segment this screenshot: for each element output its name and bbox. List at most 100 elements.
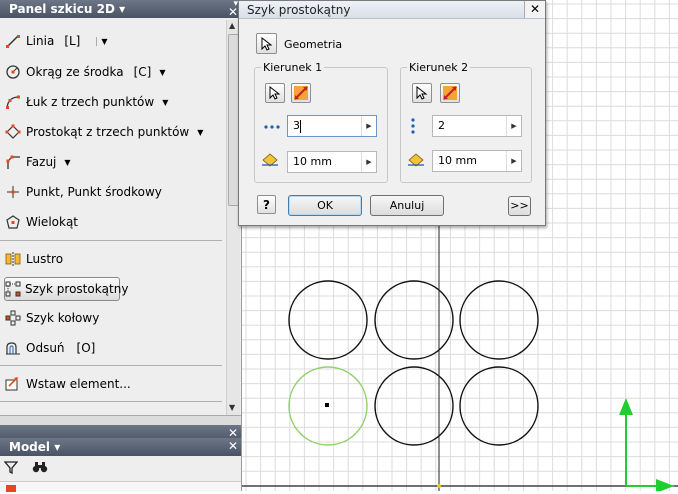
tool-mirror[interactable]: Lustro [4,248,63,270]
flip-direction-icon [294,86,308,100]
tool-list: Linia [L] ▼ Okrąg ze środka [C] ▼ Łuk z … [0,31,226,415]
tool-circle[interactable]: Okrąg ze środka [C] ▼ [4,61,166,83]
tool-shortcut: [C] [133,65,152,79]
geometry-select-button[interactable] [256,33,277,54]
tool-label: Punkt, Punkt środkowy [26,185,162,199]
point-icon [4,183,22,201]
tool-label: Fazuj [26,155,57,169]
tool-rectangular-pattern[interactable]: Szyk prostokątny [4,277,128,301]
flip-direction-icon [443,86,457,100]
filter-icon[interactable] [3,460,19,477]
pattern-circle[interactable] [288,280,368,360]
text-caret [300,120,301,133]
direction2-count-input[interactable]: 2 ▶ [432,115,522,137]
tool-line[interactable]: Linia [L] ▼ [4,31,108,52]
sketch-panel-title[interactable]: Panel szkicu 2D ▾ [9,2,125,16]
direction2-select-button[interactable] [412,83,432,103]
ok-button[interactable]: OK [288,195,362,216]
x-axis-arrowhead [656,479,674,493]
pattern-circle[interactable] [459,366,539,446]
direction2-spacing-value: 10 mm [438,154,477,167]
direction1-flip-button[interactable] [291,83,311,103]
dialog-title: Szyk prostokątny [247,3,351,17]
direction1-select-button[interactable] [265,83,285,103]
chevron-down-icon[interactable]: ▼ [64,158,70,167]
divider [0,401,222,402]
direction1-label: Kierunek 1 [261,61,325,74]
pattern-circle[interactable] [459,280,539,360]
binoculars-icon[interactable] [32,460,48,477]
geometry-label: Geometria [284,38,343,51]
model-panel-header[interactable]: Model ▾ ✕ [0,438,241,456]
tool-rectangle[interactable]: Prostokąt z trzech punktów ▼ [4,121,203,143]
direction1-spacing-input[interactable]: 10 mm ▶ [287,151,377,173]
insert-icon [4,375,22,393]
circular-pattern-icon [4,309,22,327]
chevron-right-icon[interactable]: ▶ [361,116,376,136]
circle-center-icon [4,63,22,81]
direction2-spacing-input[interactable]: 10 mm ▶ [432,150,522,172]
tool-polygon[interactable]: Wielokąt [4,211,78,233]
cursor-arrow-icon [269,86,281,100]
tool-label: Szyk kołowy [26,311,100,325]
tool-label: Linia [26,34,55,48]
cursor-arrow-icon [416,86,428,100]
divider [0,240,222,241]
tool-label: Odsuń [26,341,65,355]
rectangle-3pt-icon [4,123,22,141]
arc-icon [4,93,22,111]
tool-label: Lustro [26,252,64,266]
y-axis-arrowhead [619,398,633,415]
spacing-icon [261,153,279,170]
tool-label: Okrąg ze środka [26,65,124,79]
tool-arc[interactable]: Łuk z trzech punktów ▼ [4,91,168,113]
polygon-icon [4,213,22,231]
direction2-label: Kierunek 2 [407,61,471,74]
chevron-down-icon[interactable]: ▼ [197,128,203,137]
chamfer-icon [4,153,22,171]
pattern-circle[interactable] [374,280,454,360]
chevron-down-icon[interactable]: ▼ [159,68,165,77]
model-toolbar [3,460,48,477]
chevron-right-icon[interactable]: ▶ [506,116,521,136]
tool-label: Wstaw element... [26,377,131,391]
sketch-panel-header[interactable]: Panel szkicu 2D ▾ ▾ ✕ [0,0,241,19]
tool-label: Wielokąt [26,215,79,229]
direction2-flip-button[interactable] [440,83,460,103]
pattern-circle[interactable] [374,366,454,446]
chevron-right-icon[interactable]: ▶ [361,152,376,172]
chevron-down-icon[interactable]: ▼ [162,98,168,107]
dialog-titlebar[interactable]: Szyk prostokątny ✕ [239,1,545,19]
scroll-down-icon[interactable]: ▼ [229,403,235,412]
more-button[interactable]: >> [508,196,531,216]
circle-center-point [325,403,329,407]
model-browser[interactable] [0,481,241,492]
scroll-up-icon[interactable]: ▲ [229,21,235,30]
tool-circular-pattern[interactable]: Szyk kołowy [4,307,99,329]
origin-point [437,484,441,488]
direction1-count-value: 3 [293,119,300,132]
direction2-count-value: 2 [438,119,445,132]
cursor-arrow-icon [261,36,272,51]
close-icon[interactable]: ✕ [228,439,238,453]
tool-point[interactable]: Punkt, Punkt środkowy [4,181,162,203]
model-panel-title[interactable]: Model ▾ [9,440,60,454]
tool-label: Prostokąt z trzech punktów [26,125,190,139]
tool-insert[interactable]: Wstaw element... [4,373,131,395]
close-icon[interactable]: ✕ [524,1,545,18]
direction1-spacing-value: 10 mm [293,155,332,168]
help-button[interactable]: ? [257,195,276,214]
chevron-down-icon[interactable]: ▼ [96,36,108,46]
tool-shortcut: [L] [64,34,81,48]
close-icon[interactable]: ✕ [228,5,238,19]
chevron-right-icon[interactable]: ▶ [506,151,521,171]
tool-label: Szyk prostokątny [25,282,129,296]
line-icon [4,32,22,50]
count-dots-horizontal-icon [263,121,281,134]
direction1-count-input[interactable]: 3 ▶ [287,115,377,137]
tool-offset[interactable]: Odsuń [O] [4,337,95,359]
tool-label: Łuk z trzech punktów [26,95,155,109]
offset-icon [4,339,22,357]
tool-chamfer[interactable]: Fazuj ▼ [4,151,71,173]
cancel-button[interactable]: Anuluj [370,195,444,216]
